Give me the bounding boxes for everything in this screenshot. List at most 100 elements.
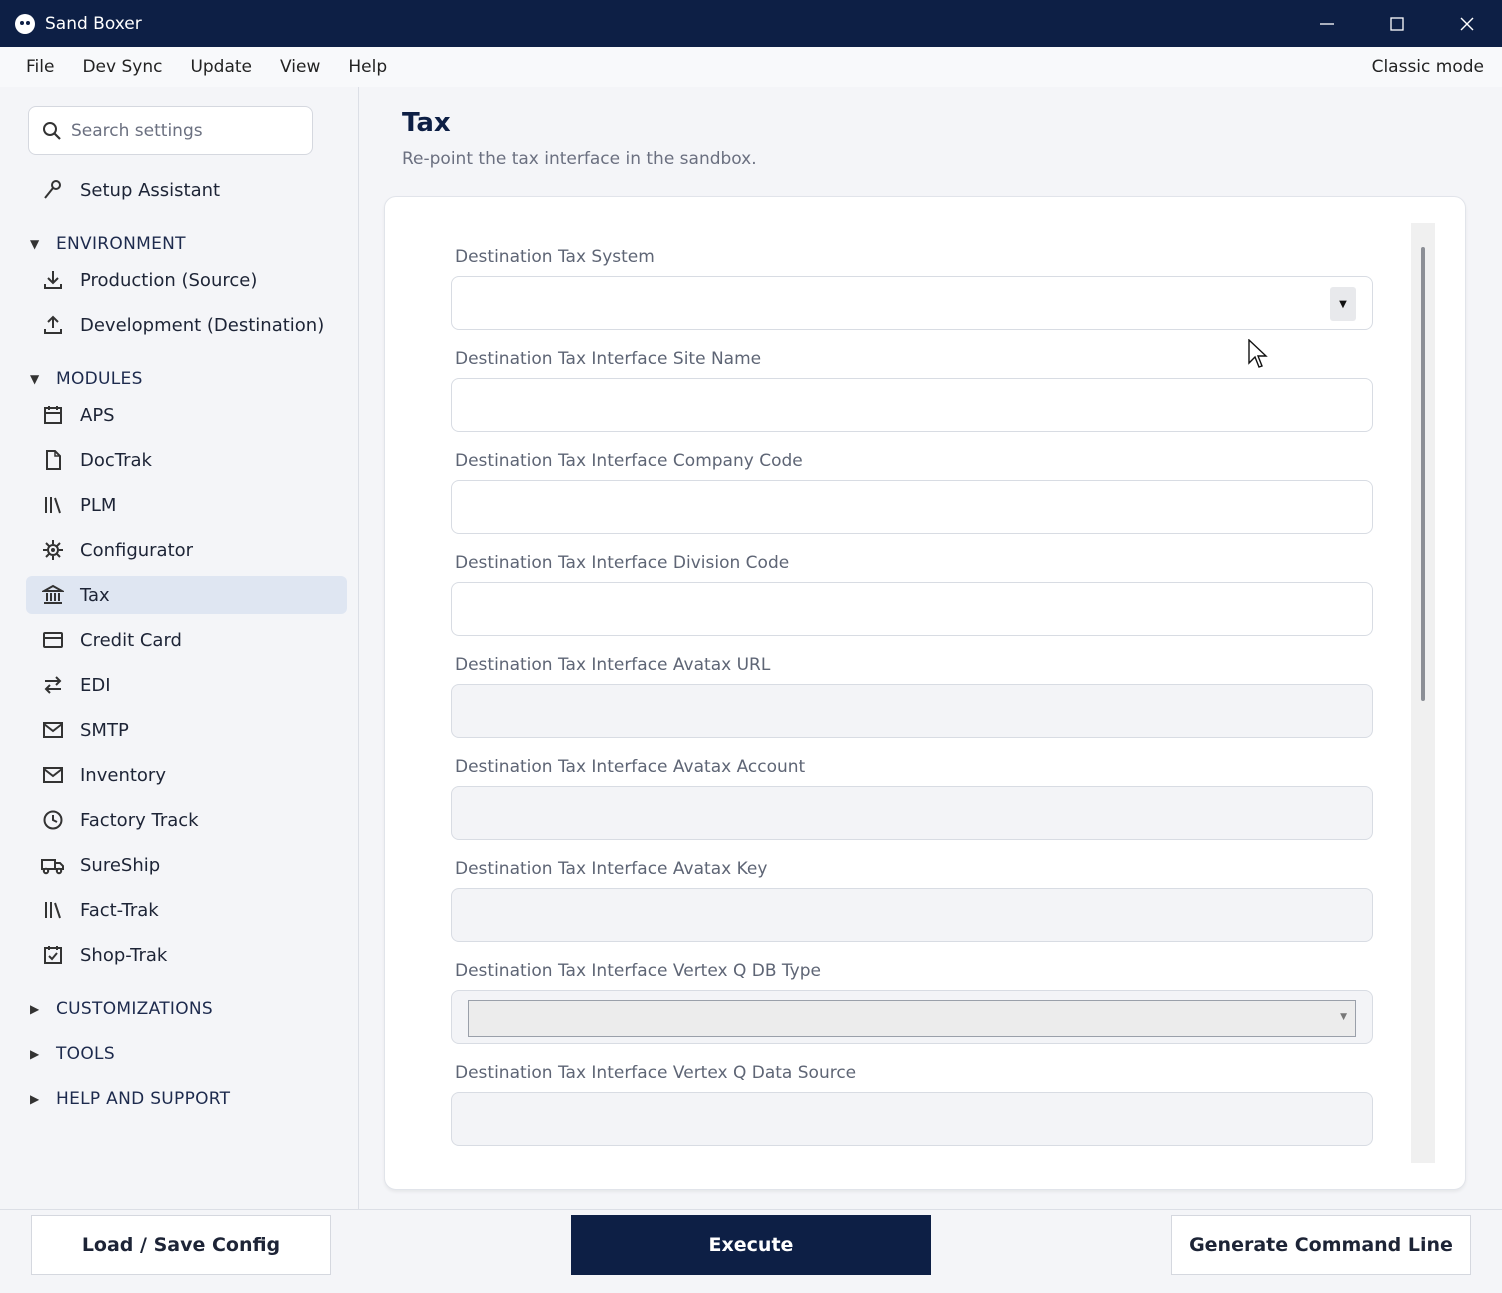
generate-command-line-button[interactable]: Generate Command Line — [1171, 1215, 1471, 1275]
wrench-icon — [41, 178, 65, 202]
sidebar-item-sureship[interactable]: SureShip — [26, 846, 347, 884]
company-code-input[interactable] — [451, 480, 1373, 534]
sidebar-item-edi[interactable]: EDI — [26, 666, 347, 704]
section-tools[interactable]: ▶ TOOLS — [30, 1039, 115, 1069]
sidebar-item-label: Credit Card — [80, 629, 182, 651]
caret-right-icon: ▶ — [30, 1002, 40, 1016]
file-icon — [41, 448, 65, 472]
window-title: Sand Boxer — [45, 13, 142, 34]
library-icon — [41, 493, 65, 517]
menu-view[interactable]: View — [266, 57, 334, 77]
mail-icon — [41, 718, 65, 742]
minimize-button[interactable] — [1292, 0, 1362, 47]
calendar-check-icon — [41, 943, 65, 967]
section-label: MODULES — [56, 369, 143, 389]
sidebar-item-aps[interactable]: APS — [26, 396, 347, 434]
avatax-url-input[interactable] — [451, 684, 1373, 738]
tax-system-select[interactable]: ▼ — [451, 276, 1373, 330]
sidebar-item-label: Fact-Trak — [80, 899, 159, 921]
section-customizations[interactable]: ▶ CUSTOMIZATIONS — [30, 994, 213, 1024]
caret-right-icon: ▶ — [30, 1092, 40, 1106]
sidebar-item-configurator[interactable]: Configurator — [26, 531, 347, 569]
page-subtitle: Re-point the tax interface in the sandbo… — [402, 149, 757, 169]
field-label: Destination Tax Interface Avatax Key — [455, 859, 768, 879]
footer-bar: Load / Save Config Execute Generate Comm… — [0, 1209, 1502, 1293]
sidebar-item-inventory[interactable]: Inventory — [26, 756, 347, 794]
dropdown-arrow-icon[interactable]: ▼ — [1330, 287, 1356, 321]
classic-mode-link[interactable]: Classic mode — [1372, 57, 1484, 77]
truck-icon — [41, 853, 65, 877]
sidebar-item-label: Production (Source) — [80, 269, 258, 291]
library-icon — [41, 898, 65, 922]
sidebar-item-production[interactable]: Production (Source) — [26, 261, 347, 299]
caret-right-icon: ▶ — [30, 1047, 40, 1061]
menu-dev-sync[interactable]: Dev Sync — [68, 57, 176, 77]
section-help-support[interactable]: ▶ HELP AND SUPPORT — [30, 1084, 230, 1114]
section-label: ENVIRONMENT — [56, 234, 186, 254]
avatax-account-input[interactable] — [451, 786, 1373, 840]
sidebar-item-credit-card[interactable]: Credit Card — [26, 621, 347, 659]
sidebar-item-fact-trak[interactable]: Fact-Trak — [26, 891, 347, 929]
sidebar-item-plm[interactable]: PLM — [26, 486, 347, 524]
site-name-input[interactable] — [451, 378, 1373, 432]
caret-down-icon: ▼ — [30, 237, 40, 251]
calendar-icon — [41, 403, 65, 427]
sidebar-item-tax[interactable]: Tax — [26, 576, 347, 614]
sidebar-item-doctrak[interactable]: DocTrak — [26, 441, 347, 479]
download-icon — [41, 268, 65, 292]
bank-icon — [41, 583, 65, 607]
sidebar-item-label: Setup Assistant — [80, 179, 221, 201]
sidebar-item-label: PLM — [80, 494, 117, 516]
app-logo-icon — [15, 13, 35, 34]
field-label: Destination Tax Interface Vertex Q Data … — [455, 1063, 857, 1083]
sidebar-item-label: APS — [80, 404, 115, 426]
sidebar-item-label: SureShip — [80, 854, 161, 876]
page-title: Tax — [402, 108, 451, 138]
sidebar: Setup Assistant ▼ ENVIRONMENT Production… — [0, 87, 359, 1209]
sidebar-item-label: SMTP — [80, 719, 129, 741]
window-controls — [1292, 0, 1502, 47]
field-label: Destination Tax Interface Division Code — [455, 553, 790, 573]
sidebar-item-label: Tax — [80, 584, 110, 606]
division-code-input[interactable] — [451, 582, 1373, 636]
section-label: HELP AND SUPPORT — [56, 1089, 231, 1109]
close-icon — [1460, 17, 1474, 30]
field-label: Destination Tax Interface Vertex Q DB Ty… — [455, 961, 821, 981]
menu-file[interactable]: File — [0, 57, 68, 77]
vertex-db-type-select[interactable]: ▼ — [468, 1000, 1356, 1037]
load-save-config-button[interactable]: Load / Save Config — [31, 1215, 331, 1275]
vertex-data-source-input[interactable] — [451, 1092, 1373, 1146]
sidebar-item-label: DocTrak — [80, 449, 152, 471]
avatax-key-input[interactable] — [451, 888, 1373, 942]
sidebar-item-factory-track[interactable]: Factory Track — [26, 801, 347, 839]
menu-update[interactable]: Update — [176, 57, 266, 77]
minimize-icon — [1320, 22, 1334, 25]
vertex-db-type-field: ▼ — [451, 990, 1373, 1044]
field-label: Destination Tax Interface Avatax Account — [455, 757, 806, 777]
execute-button[interactable]: Execute — [571, 1215, 931, 1275]
sidebar-item-shop-trak[interactable]: Shop-Trak — [26, 936, 347, 974]
menu-help[interactable]: Help — [334, 57, 401, 77]
scrollbar-thumb[interactable] — [1421, 247, 1425, 701]
section-modules[interactable]: ▼ MODULES — [30, 364, 143, 394]
maximize-icon — [1390, 16, 1404, 31]
maximize-button[interactable] — [1362, 0, 1432, 47]
field-label: Destination Tax Interface Avatax URL — [455, 655, 771, 675]
sidebar-item-label: EDI — [80, 674, 111, 696]
section-environment[interactable]: ▼ ENVIRONMENT — [30, 229, 186, 259]
sidebar-item-label: Factory Track — [80, 809, 199, 831]
section-label: TOOLS — [56, 1044, 115, 1064]
search-input[interactable] — [71, 120, 291, 141]
sidebar-item-smtp[interactable]: SMTP — [26, 711, 347, 749]
section-label: CUSTOMIZATIONS — [56, 999, 213, 1019]
close-button[interactable] — [1432, 0, 1502, 47]
dropdown-arrow-icon: ▼ — [1340, 1012, 1347, 1022]
sidebar-item-development[interactable]: Development (Destination) — [26, 306, 347, 344]
swap-arrows-icon — [41, 673, 65, 697]
search-box[interactable] — [28, 106, 313, 155]
sidebar-item-setup-assistant[interactable]: Setup Assistant — [26, 171, 347, 209]
credit-card-icon — [41, 628, 65, 652]
caret-down-icon: ▼ — [30, 372, 40, 386]
upload-icon — [41, 313, 65, 337]
title-bar: Sand Boxer — [0, 0, 1502, 47]
